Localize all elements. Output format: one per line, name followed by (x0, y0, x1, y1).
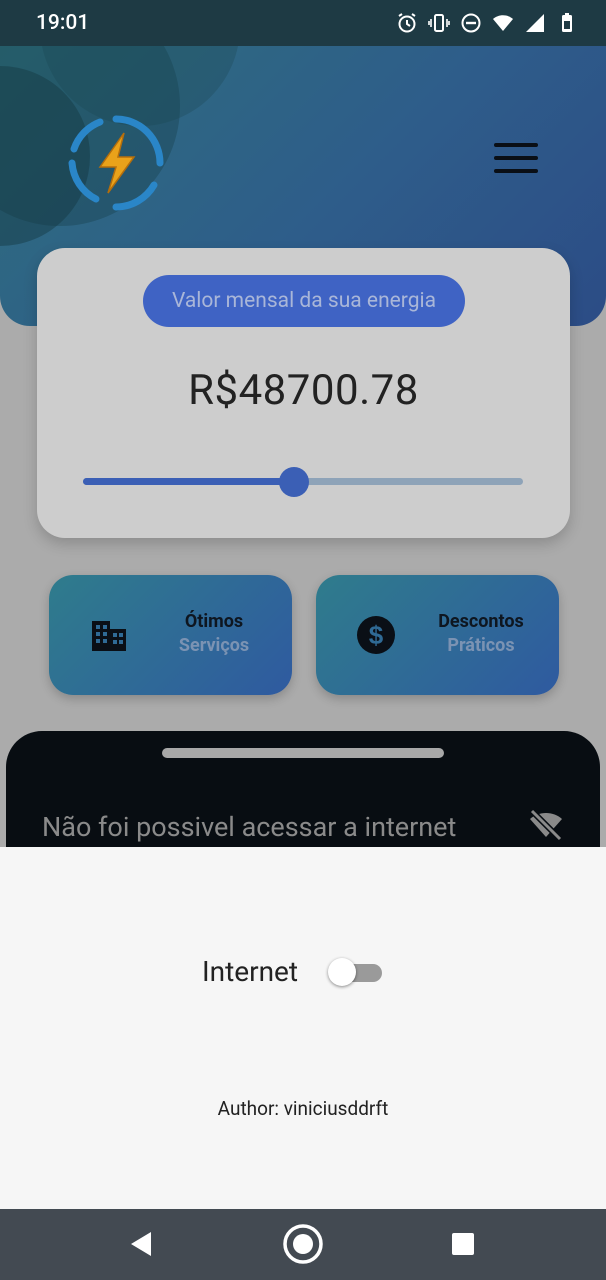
wifi-off-icon (528, 808, 564, 842)
internet-panel: Internet Author: viniciusddrft (0, 847, 606, 1209)
sheet-drag-handle[interactable] (162, 748, 444, 758)
internet-toggle-label: Internet (202, 955, 299, 988)
feature-subtitle: Serviços (178, 635, 250, 656)
menu-line (494, 156, 538, 160)
no-internet-message: Não foi possivel acessar a internet (42, 811, 457, 843)
slider-thumb[interactable] (279, 467, 310, 497)
home-icon[interactable] (281, 1222, 325, 1266)
menu-line (494, 169, 538, 173)
status-icons (396, 12, 578, 34)
system-navigation-bar (0, 1209, 606, 1280)
internet-toggle-row: Internet (202, 955, 384, 988)
slider-fill (83, 478, 295, 485)
do-not-disturb-icon (460, 12, 482, 34)
back-icon[interactable] (119, 1222, 163, 1266)
wifi-icon (492, 12, 514, 34)
energy-slider[interactable] (83, 467, 523, 497)
recents-icon[interactable] (441, 1222, 485, 1266)
feature-button-descontos[interactable]: $ Descontos Práticos (316, 575, 559, 695)
author-credit: Author: viniciusddrft (217, 1097, 389, 1120)
building-icon (89, 615, 129, 655)
energy-value-card: Valor mensal da sua energia R$48700.78 (37, 248, 570, 538)
alarm-icon (396, 12, 418, 34)
vibrate-icon (428, 12, 450, 34)
svg-text:$: $ (369, 620, 384, 650)
menu-line (494, 143, 538, 147)
feature-title: Ótimos (184, 611, 244, 632)
internet-toggle-switch[interactable] (328, 957, 384, 987)
dollar-coin-icon: $ (356, 615, 396, 655)
energy-value: R$48700.78 (188, 366, 419, 415)
feature-title: Descontos (438, 611, 524, 632)
signal-icon (524, 12, 546, 34)
lightning-logo (66, 113, 166, 213)
status-bar: 19:01 (0, 0, 606, 46)
feature-button-servicos[interactable]: Ótimos Serviços (49, 575, 292, 695)
status-time: 19:01 (36, 11, 90, 35)
battery-icon (556, 12, 578, 34)
switch-knob (328, 957, 357, 986)
hamburger-menu-button[interactable] (490, 143, 542, 183)
feature-subtitle: Práticos (447, 635, 515, 656)
energy-label-pill: Valor mensal da sua energia (143, 275, 465, 327)
